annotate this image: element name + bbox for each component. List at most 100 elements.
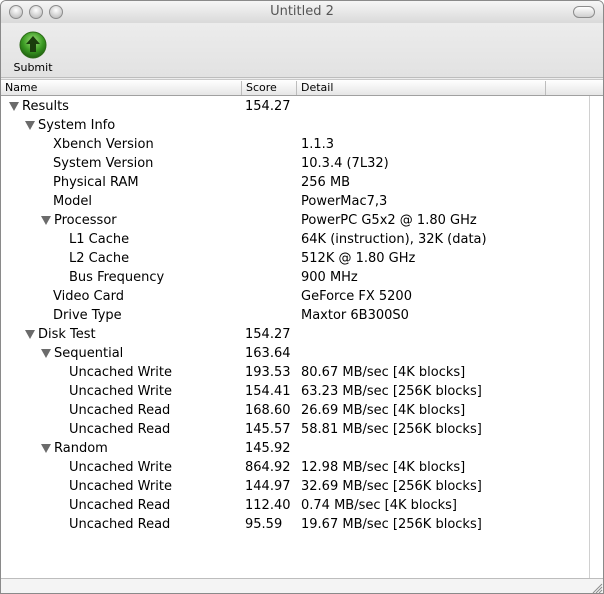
row-name: Processor bbox=[41, 211, 117, 230]
disclosure-triangle-icon[interactable] bbox=[41, 444, 51, 453]
row-name-label: Processor bbox=[54, 213, 117, 228]
table-row[interactable]: System Info bbox=[1, 116, 589, 135]
table-row[interactable]: Uncached Write 144.97 32.69 MB/sec [256K b… bbox=[1, 477, 589, 496]
row-detail: 64K (instruction), 32K (data) bbox=[301, 232, 487, 247]
table-row[interactable]: Disk Test 154.27 bbox=[1, 325, 589, 344]
row-name-label: Video Card bbox=[53, 289, 124, 304]
row-score: 145.57 bbox=[245, 422, 291, 437]
row-name-label: L1 Cache bbox=[69, 232, 130, 247]
row-name: Uncached Read bbox=[69, 515, 170, 534]
table-row[interactable]: Results 154.27 bbox=[1, 97, 589, 116]
row-name: Model bbox=[53, 192, 92, 211]
table-row[interactable]: Bus Frequency 900 MHz bbox=[1, 268, 589, 287]
row-name-label: System Version bbox=[53, 156, 154, 171]
row-detail: 19.67 MB/sec [256K blocks] bbox=[301, 517, 482, 532]
table-row[interactable]: Uncached Read 95.59 19.67 MB/sec [256K blo… bbox=[1, 515, 589, 534]
row-name: Video Card bbox=[53, 287, 124, 306]
row-score: 193.53 bbox=[245, 365, 291, 380]
table-row[interactable]: Uncached Write 154.41 63.23 MB/sec [256K b… bbox=[1, 382, 589, 401]
disclosure-triangle-icon[interactable] bbox=[41, 216, 51, 225]
table-row[interactable]: Video Card GeForce FX 5200 bbox=[1, 287, 589, 306]
disclosure-triangle-icon[interactable] bbox=[25, 121, 35, 130]
row-name: System Info bbox=[25, 116, 115, 135]
row-score: 95.59 bbox=[245, 517, 283, 532]
row-name-label: Disk Test bbox=[38, 327, 96, 342]
row-name-label: Xbench Version bbox=[53, 137, 154, 152]
row-detail: 12.98 MB/sec [4K blocks] bbox=[301, 460, 466, 475]
toolbar: Submit bbox=[1, 23, 603, 78]
table-header: Name Score Detail bbox=[1, 79, 603, 96]
row-score: 154.27 bbox=[245, 327, 291, 342]
row-detail: 512K @ 1.80 GHz bbox=[301, 251, 416, 266]
horizontal-scrollbar[interactable] bbox=[1, 578, 603, 594]
row-detail: 900 MHz bbox=[301, 270, 358, 285]
row-name-label: Bus Frequency bbox=[69, 270, 165, 285]
row-detail: 26.69 MB/sec [4K blocks] bbox=[301, 403, 466, 418]
disclosure-triangle-icon[interactable] bbox=[25, 330, 35, 339]
row-name: Uncached Write bbox=[69, 477, 172, 496]
row-detail: 0.74 MB/sec [4K blocks] bbox=[301, 498, 457, 513]
row-detail: 58.81 MB/sec [256K blocks] bbox=[301, 422, 482, 437]
table-row[interactable]: Sequential 163.64 bbox=[1, 344, 589, 363]
window-title: Untitled 2 bbox=[270, 4, 334, 19]
title-bar[interactable]: Untitled 2 bbox=[1, 1, 603, 23]
table-row[interactable]: Physical RAM 256 MB bbox=[1, 173, 589, 192]
row-detail: 1.1.3 bbox=[301, 137, 335, 152]
row-detail: Maxtor 6B300S0 bbox=[301, 308, 409, 323]
row-name: Sequential bbox=[41, 344, 123, 363]
table-row[interactable]: Drive Type Maxtor 6B300S0 bbox=[1, 306, 589, 325]
row-score: 144.97 bbox=[245, 479, 291, 494]
row-name-label: Physical RAM bbox=[53, 175, 139, 190]
row-name: Uncached Read bbox=[69, 420, 170, 439]
column-header-detail[interactable]: Detail bbox=[297, 81, 546, 95]
row-name-label: Uncached Write bbox=[69, 365, 172, 380]
results-outline-view[interactable]: Results 154.27 System Info Xbench Version 1.… bbox=[1, 96, 589, 578]
row-name: Disk Test bbox=[25, 325, 96, 344]
row-detail: GeForce FX 5200 bbox=[301, 289, 412, 304]
row-name-label: Uncached Write bbox=[69, 479, 172, 494]
table-row[interactable]: Uncached Write 193.53 80.67 MB/sec [4K blo… bbox=[1, 363, 589, 382]
table-row[interactable]: Uncached Read 168.60 26.69 MB/sec [4K bloc… bbox=[1, 401, 589, 420]
row-name-label: Model bbox=[53, 194, 93, 209]
row-name: Uncached Write bbox=[69, 363, 172, 382]
row-name-label: Drive Type bbox=[53, 308, 122, 323]
table-row[interactable]: Processor PowerPC G5x2 @ 1.80 GHz bbox=[1, 211, 589, 230]
row-name-label: Random bbox=[54, 441, 108, 456]
resize-grip-icon[interactable] bbox=[589, 580, 603, 594]
row-detail: 32.69 MB/sec [256K blocks] bbox=[301, 479, 482, 494]
row-name-label: Uncached Read bbox=[69, 517, 171, 532]
row-name: Physical RAM bbox=[53, 173, 139, 192]
row-name: Bus Frequency bbox=[69, 268, 164, 287]
row-detail: 256 MB bbox=[301, 175, 351, 190]
row-detail: 10.3.4 (7L32) bbox=[301, 156, 389, 171]
table-row[interactable]: System Version 10.3.4 (7L32) bbox=[1, 154, 589, 173]
disclosure-triangle-icon[interactable] bbox=[41, 349, 51, 358]
table-row[interactable]: L2 Cache 512K @ 1.80 GHz bbox=[1, 249, 589, 268]
row-name: Random bbox=[41, 439, 108, 458]
table-row[interactable]: Uncached Write 864.92 12.98 MB/sec [4K blo… bbox=[1, 458, 589, 477]
disclosure-triangle-icon[interactable] bbox=[9, 102, 19, 111]
row-name: L2 Cache bbox=[69, 249, 129, 268]
row-name: Drive Type bbox=[53, 306, 122, 325]
table-row[interactable]: Uncached Read 112.40 0.74 MB/sec [4K block… bbox=[1, 496, 589, 515]
row-detail: 80.67 MB/sec [4K blocks] bbox=[301, 365, 466, 380]
vertical-scrollbar[interactable] bbox=[589, 96, 603, 578]
toolbar-toggle-button[interactable] bbox=[573, 6, 595, 18]
row-name-label: Uncached Read bbox=[69, 498, 171, 513]
row-score: 163.64 bbox=[245, 346, 291, 361]
table-row[interactable]: L1 Cache 64K (instruction), 32K (data) bbox=[1, 230, 589, 249]
column-header-name[interactable]: Name bbox=[1, 81, 242, 95]
table-row[interactable]: Xbench Version 1.1.3 bbox=[1, 135, 589, 154]
row-name-label: Uncached Write bbox=[69, 384, 172, 399]
table-row[interactable]: Model PowerMac7,3 bbox=[1, 192, 589, 211]
row-score: 168.60 bbox=[245, 403, 291, 418]
submit-arrow-icon bbox=[19, 31, 47, 59]
column-header-score[interactable]: Score bbox=[242, 81, 297, 95]
row-detail: PowerMac7,3 bbox=[301, 194, 388, 209]
submit-button[interactable]: Submit bbox=[13, 31, 53, 74]
row-name: Uncached Read bbox=[69, 401, 170, 420]
table-row[interactable]: Uncached Read 145.57 58.81 MB/sec [256K bl… bbox=[1, 420, 589, 439]
row-name-label: Uncached Write bbox=[69, 460, 172, 475]
row-name: Results bbox=[9, 97, 69, 116]
table-row[interactable]: Random 145.92 bbox=[1, 439, 589, 458]
